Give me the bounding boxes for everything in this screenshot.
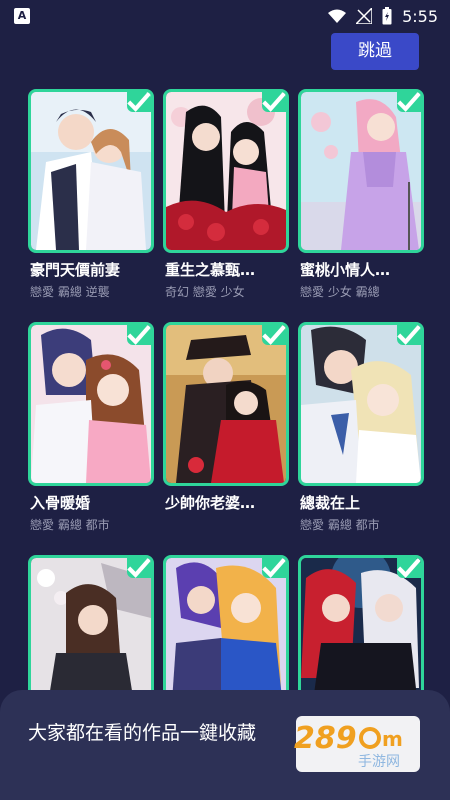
- book-cover[interactable]: [28, 322, 154, 486]
- book-cover[interactable]: [298, 89, 424, 253]
- collect-prompt-text: 大家都在看的作品一鍵收藏: [28, 722, 257, 744]
- book-tags: 戀愛 霸總 逆襲: [30, 285, 110, 299]
- book-cover[interactable]: [298, 322, 424, 486]
- book-title: 重生之慕甄…: [165, 261, 256, 279]
- book-cover[interactable]: [163, 89, 289, 253]
- book-cover[interactable]: [28, 89, 154, 253]
- bottom-sheet: 大家都在看的作品一鍵收藏 289 m 手游网: [0, 690, 450, 800]
- selected-check-icon: [127, 558, 151, 578]
- book-title: 蜜桃小情人…: [300, 261, 391, 279]
- selected-check-icon: [127, 92, 151, 112]
- book-tags: 戀愛 霸總 都市: [30, 518, 110, 532]
- selected-check-icon: [262, 558, 286, 578]
- selected-check-icon: [262, 92, 286, 112]
- book-tags: 戀愛 少女 霸總: [300, 285, 380, 299]
- status-time: 5:55: [402, 6, 438, 26]
- svg-text:m: m: [382, 727, 403, 751]
- app-notification-icon: A: [14, 8, 30, 24]
- battery-icon: [382, 7, 392, 25]
- status-bar: A 5:55: [0, 0, 450, 32]
- svg-text:手游网: 手游网: [358, 754, 400, 770]
- selected-check-icon: [127, 325, 151, 345]
- signal-icon: [356, 8, 373, 24]
- book-tags: 奇幻 戀愛 少女: [165, 285, 245, 299]
- book-title: 入骨暖婚: [30, 494, 91, 512]
- selected-check-icon: [397, 325, 421, 345]
- svg-text:289: 289: [294, 721, 357, 756]
- watermark-logo: 289 m 手游网: [294, 721, 403, 770]
- skip-button[interactable]: 跳過: [331, 33, 419, 70]
- selected-check-icon: [397, 558, 421, 578]
- book-tags: 戀愛 霸總 都市: [300, 518, 380, 532]
- selected-check-icon: [397, 92, 421, 112]
- book-cover[interactable]: [163, 322, 289, 486]
- wifi-icon: [328, 9, 347, 23]
- selected-check-icon: [262, 325, 286, 345]
- book-title: 總裁在上: [300, 494, 361, 512]
- book-title: 豪門天價前妻: [30, 261, 121, 279]
- status-icons: 5:55: [328, 4, 438, 28]
- screen: A 5:55 跳過 豪門天價前妻 戀愛 霸總 逆襲 重生之慕甄… 奇幻 戀愛 少…: [0, 0, 450, 800]
- book-title: 少帥你老婆…: [165, 494, 256, 512]
